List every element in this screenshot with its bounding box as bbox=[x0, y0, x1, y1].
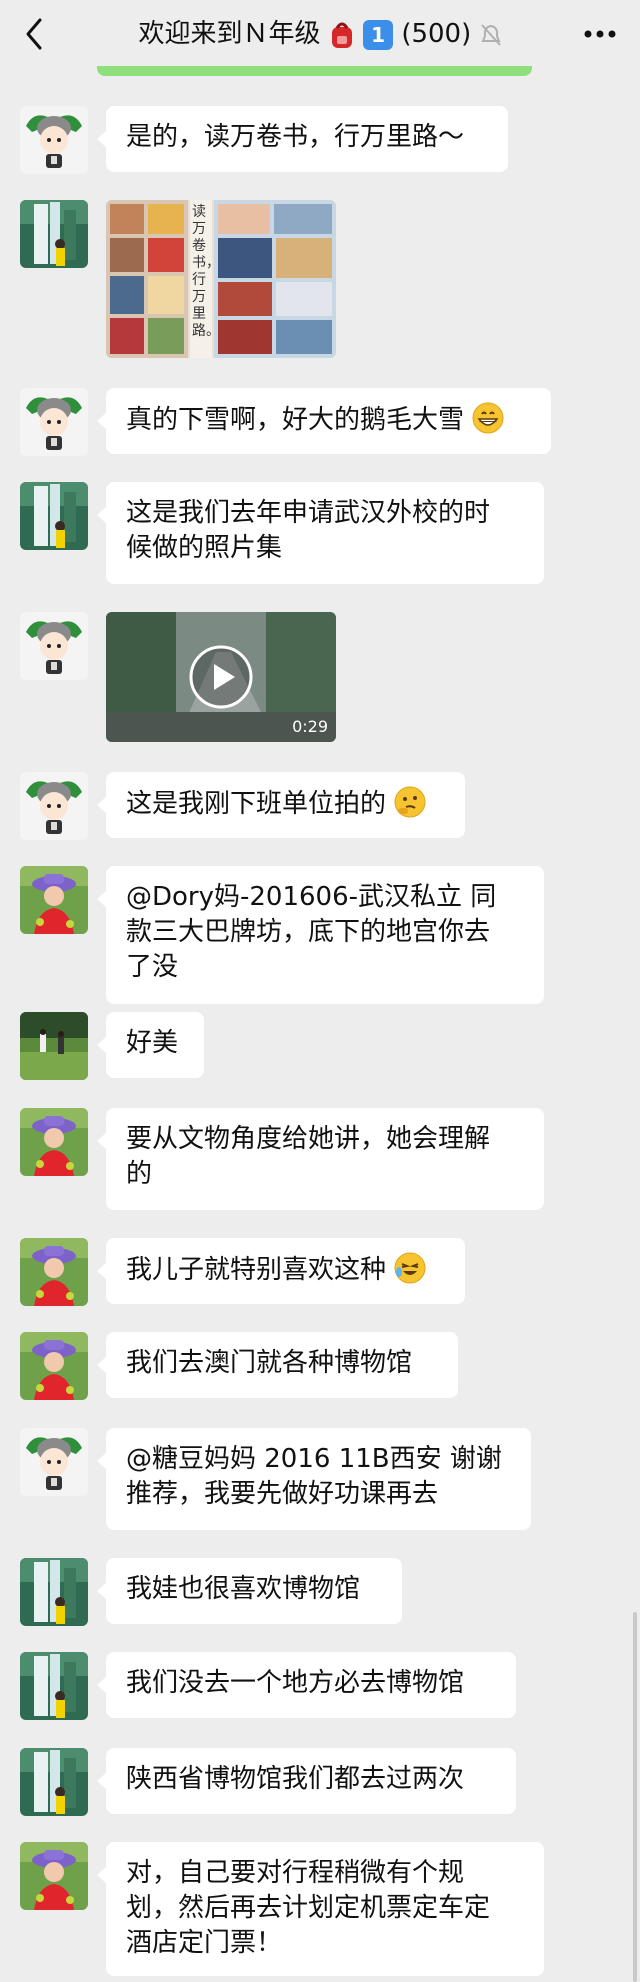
message-bubble[interactable]: 这是我们去年申请武汉外校的时 候做的照片集 bbox=[97, 482, 544, 584]
cartoon-girl-avatar[interactable] bbox=[20, 106, 88, 174]
message-text: 我儿子就特别喜欢这种 bbox=[126, 1255, 387, 1285]
message-bubble[interactable]: 真的下雪啊，好大的鹅毛大雪 bbox=[97, 388, 551, 454]
message-line: 酒店定门票！ bbox=[126, 1928, 283, 1958]
message-text: 我们去澳门就各种博物馆 bbox=[126, 1348, 413, 1378]
message-text: 陕西省博物馆我们都去过两次 bbox=[126, 1764, 465, 1794]
image-caption: 读万卷书，行万里路。 bbox=[192, 204, 220, 339]
message-bubble[interactable]: 陕西省博物馆我们都去过两次 bbox=[97, 1748, 516, 1814]
message-bubble[interactable]: 我们没去一个地方必去博物馆 bbox=[97, 1652, 516, 1718]
flower-hat-avatar[interactable] bbox=[20, 1332, 88, 1400]
waterfall-avatar[interactable] bbox=[20, 1558, 88, 1626]
member-count: (500) bbox=[401, 19, 472, 49]
chat-title: 欢迎来到Ｎ年级 1 (500) bbox=[100, 14, 540, 54]
message-line: 这是我们去年申请武汉外校的时 bbox=[126, 498, 491, 528]
message-text: 真的下雪啊，好大的鹅毛大雪 bbox=[126, 405, 465, 435]
message-bubble[interactable]: 我们去澳门就各种博物馆 bbox=[97, 1332, 458, 1398]
waterfall-avatar[interactable] bbox=[20, 200, 88, 268]
message-line: 推荐，我要先做好功课再去 bbox=[126, 1479, 439, 1509]
chat-header: 欢迎来到Ｎ年级 1 (500) bbox=[0, 0, 640, 68]
photo-collage bbox=[106, 200, 336, 358]
message-text: 我娃也很喜欢博物馆 bbox=[126, 1574, 361, 1604]
scrollbar[interactable] bbox=[633, 1612, 637, 1982]
flower-hat-avatar[interactable] bbox=[20, 866, 88, 934]
message-line: @Dory妈-201606-武汉私立 同 bbox=[126, 882, 497, 912]
field-avatar[interactable] bbox=[20, 1012, 88, 1080]
cartoon-girl-avatar[interactable] bbox=[20, 1428, 88, 1496]
message-bubble[interactable]: 我儿子就特别喜欢这种 bbox=[97, 1238, 465, 1304]
message-bubble[interactable]: @Dory妈-201606-武汉私立 同 款三大巴牌坊，底下的地宫你去 了没 bbox=[97, 866, 544, 1004]
muted-bell-icon bbox=[480, 23, 501, 46]
message-bubble[interactable]: @糖豆妈妈 2016 11B西安 谢谢 推荐，我要先做好功课再去 bbox=[97, 1428, 531, 1530]
message-text: 好美 bbox=[126, 1028, 179, 1058]
message-bubble[interactable]: 要从文物角度给她讲，她会理解 的 bbox=[97, 1108, 544, 1210]
chevron-left-icon[interactable] bbox=[22, 16, 46, 52]
message-bubble[interactable]: 是的，读万卷书，行万里路～ bbox=[97, 106, 508, 172]
message-line: 候做的照片集 bbox=[126, 533, 283, 563]
message-bubble[interactable]: 好美 bbox=[97, 1012, 204, 1078]
message-bubble[interactable]: 这是我刚下班单位拍的 bbox=[97, 772, 465, 838]
group-name: 欢迎来到Ｎ年级 bbox=[138, 19, 321, 49]
video-duration: 0:29 bbox=[292, 717, 328, 736]
backpack-icon bbox=[331, 22, 352, 48]
message-line: 要从文物角度给她讲，她会理解 bbox=[126, 1124, 491, 1154]
waterfall-avatar[interactable] bbox=[20, 1748, 88, 1816]
flower-hat-avatar[interactable] bbox=[20, 1108, 88, 1176]
shared-video[interactable]: 0:29 bbox=[106, 612, 336, 742]
message-bubble[interactable]: 我娃也很喜欢博物馆 bbox=[97, 1558, 402, 1624]
flower-hat-avatar[interactable] bbox=[20, 1238, 88, 1306]
cartoon-girl-avatar[interactable] bbox=[20, 388, 88, 456]
shared-image[interactable]: 读万卷书，行万里路。 bbox=[106, 200, 336, 358]
message-line: 对，自己要对行程稍微有个规 bbox=[126, 1858, 465, 1888]
message-line: 划，然后再去计划定机票定车定 bbox=[126, 1893, 491, 1923]
message-text: 我们没去一个地方必去博物馆 bbox=[126, 1668, 465, 1698]
message-text: 这是我刚下班单位拍的 bbox=[126, 789, 387, 819]
more-dots-icon[interactable] bbox=[580, 22, 620, 46]
flower-hat-avatar[interactable] bbox=[20, 1842, 88, 1910]
cartoon-girl-avatar[interactable] bbox=[20, 772, 88, 840]
grinning-face-icon bbox=[472, 402, 504, 434]
message-bubble[interactable]: 对，自己要对行程稍微有个规 划，然后再去计划定机票定车定 酒店定门票！ bbox=[97, 1842, 544, 1976]
waterfall-avatar[interactable] bbox=[20, 1652, 88, 1720]
waterfall-avatar[interactable] bbox=[20, 482, 88, 550]
green-banner-edge bbox=[97, 66, 532, 76]
message-text: 是的，读万卷书，行万里路～ bbox=[126, 122, 465, 152]
message-line: @糖豆妈妈 2016 11B西安 谢谢 bbox=[126, 1444, 502, 1474]
cartoon-girl-avatar[interactable] bbox=[20, 612, 88, 680]
message-line: 了没 bbox=[126, 952, 179, 982]
thinking-face-icon bbox=[394, 786, 426, 818]
message-line: 的 bbox=[126, 1159, 153, 1189]
number-badge: 1 bbox=[363, 19, 394, 50]
laughing-tears-face-icon bbox=[394, 1252, 426, 1284]
message-line: 款三大巴牌坊，底下的地宫你去 bbox=[126, 917, 491, 947]
play-icon[interactable] bbox=[188, 644, 254, 710]
